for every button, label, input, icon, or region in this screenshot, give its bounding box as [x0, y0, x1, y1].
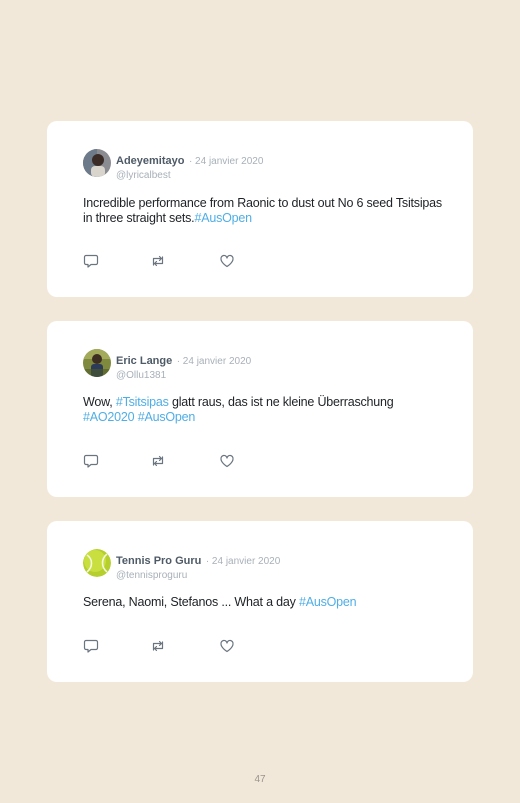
hashtag-link[interactable]: #AusOpen	[299, 595, 357, 609]
retweet-icon[interactable]	[150, 453, 166, 469]
avatar[interactable]	[83, 549, 111, 577]
avatar[interactable]	[83, 349, 111, 377]
tweet-text-segment: Wow,	[83, 395, 116, 409]
hashtag-link[interactable]: #AusOpen	[194, 211, 252, 225]
page-number: 47	[254, 774, 266, 785]
tweet-date: · 24 janvier 2020	[188, 156, 264, 167]
hashtag-link[interactable]: #AO2020	[83, 410, 135, 424]
avatar[interactable]	[83, 149, 111, 177]
tweet-text-segment: Incredible performance from Raonic to du…	[83, 196, 442, 225]
author-name[interactable]: Eric Lange	[116, 355, 172, 367]
hashtag-link[interactable]: #AusOpen	[138, 410, 196, 424]
retweet-icon[interactable]	[150, 638, 166, 654]
tweet-card: Tennis Pro Guru · 24 janvier 2020 @tenni…	[47, 521, 473, 682]
like-icon[interactable]	[219, 253, 235, 269]
reply-icon[interactable]	[83, 453, 99, 469]
reply-icon[interactable]	[83, 253, 99, 269]
tweet-date: · 24 janvier 2020	[176, 356, 252, 367]
retweet-icon[interactable]	[150, 253, 166, 269]
like-icon[interactable]	[219, 638, 235, 654]
tweet-text-segment: glatt raus, das ist ne kleine Überraschu…	[168, 395, 394, 409]
reply-icon[interactable]	[83, 638, 99, 654]
tweet-text: Wow, #Tsitsipas glatt raus, das ist ne k…	[83, 395, 443, 425]
tweet-text-segment: Serena, Naomi, Stefanos ... What a day	[83, 595, 299, 609]
tweet-date: · 24 janvier 2020	[205, 556, 281, 567]
author-handle[interactable]: @Ollu1381	[116, 370, 251, 381]
hashtag-link[interactable]: #Tsitsipas	[116, 395, 169, 409]
tweet-text: Incredible performance from Raonic to du…	[83, 196, 443, 226]
like-icon[interactable]	[219, 453, 235, 469]
author-name[interactable]: Tennis Pro Guru	[116, 555, 201, 567]
tweet-card: Eric Lange · 24 janvier 2020 @Ollu1381 W…	[47, 321, 473, 497]
author-name[interactable]: Adeyemitayo	[116, 155, 184, 167]
author-handle[interactable]: @lyricalbest	[116, 170, 263, 181]
author-handle[interactable]: @tennisproguru	[116, 570, 280, 581]
tweet-card: Adeyemitayo · 24 janvier 2020 @lyricalbe…	[47, 121, 473, 297]
tweet-text: Serena, Naomi, Stefanos ... What a day #…	[83, 595, 443, 610]
